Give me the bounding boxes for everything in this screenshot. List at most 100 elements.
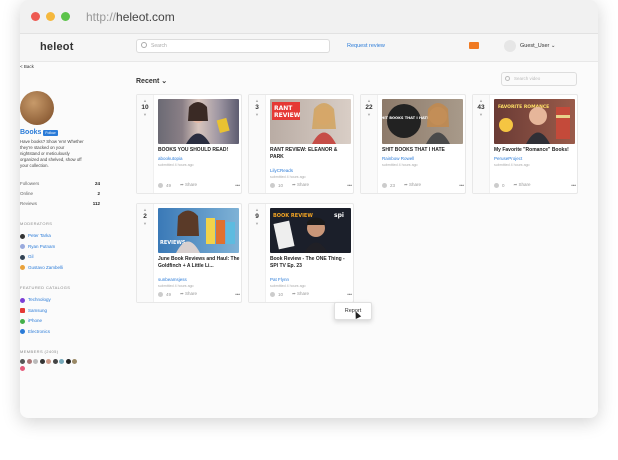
- comment-icon[interactable]: [158, 291, 163, 297]
- downvote-icon[interactable]: ▼: [137, 112, 153, 117]
- site-logo[interactable]: heleot: [40, 41, 74, 53]
- comment-icon[interactable]: [382, 182, 387, 188]
- downvote-icon[interactable]: ▼: [473, 112, 489, 117]
- video-search-input[interactable]: Search video: [501, 72, 577, 86]
- video-thumbnail[interactable]: REVIEWS: [158, 208, 239, 253]
- video-card[interactable]: ▲ 3 ▼ RANT REVIEW RANT REVIEW: ELEANOR & PA…: [248, 94, 354, 194]
- card-actions: 0 ➦ Share •••: [494, 182, 576, 188]
- moderator-item[interactable]: Gustavo Zambelli: [20, 263, 100, 274]
- comment-count: 0: [502, 182, 505, 188]
- vote-box: ▲ 22 ▼: [361, 95, 378, 193]
- video-author[interactable]: LilyCReads: [270, 168, 293, 173]
- request-review-link[interactable]: Request review: [347, 43, 385, 49]
- member-avatar[interactable]: [20, 365, 25, 371]
- catalog-item[interactable]: Samsung: [20, 306, 100, 317]
- user-avatar[interactable]: [504, 40, 516, 52]
- back-link[interactable]: < Back: [20, 64, 100, 69]
- video-author[interactable]: Rainbow Rowell: [382, 156, 414, 161]
- comment-icon[interactable]: [494, 182, 499, 188]
- thumb-text-rant: RANT: [274, 105, 293, 112]
- vote-box: ▲ 3 ▼: [249, 95, 266, 193]
- video-title[interactable]: Book Review - The ONE Thing - SPI TV Ep.…: [270, 256, 352, 269]
- video-title[interactable]: My Favorite "Romance" Books!: [494, 147, 576, 154]
- sort-label: Recent: [136, 78, 160, 85]
- catalog-item[interactable]: Electronics: [20, 327, 100, 338]
- downvote-icon[interactable]: ▼: [361, 112, 377, 117]
- address-bar[interactable]: http://heleot.com: [86, 10, 175, 24]
- member-avatar[interactable]: [52, 359, 58, 364]
- vote-box: ▲ 43 ▼: [473, 95, 490, 193]
- share-button[interactable]: ➦ Share: [404, 182, 421, 188]
- video-title[interactable]: June Book Reviews and Haul: The Goldfinc…: [158, 256, 240, 269]
- comment-icon[interactable]: [270, 291, 275, 297]
- more-button[interactable]: •••: [347, 292, 352, 297]
- downvote-icon[interactable]: ▼: [137, 221, 153, 226]
- stat-followers: Followers 24: [20, 179, 100, 189]
- video-author[interactable]: Pat Flynn: [270, 277, 289, 282]
- search-icon: [505, 76, 510, 81]
- moderator-name: Gil: [28, 254, 34, 259]
- comment-icon[interactable]: [158, 182, 163, 188]
- video-title[interactable]: BOOKS YOU SHOULD READ!: [158, 147, 240, 154]
- member-avatar[interactable]: [59, 359, 64, 364]
- more-button[interactable]: •••: [235, 183, 240, 188]
- member-avatar[interactable]: [46, 359, 51, 364]
- moderator-item[interactable]: Gil: [20, 252, 100, 263]
- member-avatar[interactable]: [72, 359, 77, 364]
- video-title[interactable]: RANT REVIEW: ELEANOR & PARK: [270, 147, 352, 160]
- catalog-icon: [20, 318, 25, 324]
- thumbnail-art: RANTREVIEW: [272, 102, 336, 144]
- video-thumbnail[interactable]: FAVORITE ROMANCE: [494, 99, 575, 144]
- share-button[interactable]: ➦ Share: [292, 291, 309, 297]
- video-card[interactable]: ▲ 9 ▼ BOOK REVIEW spi Book Review - The ONE…: [248, 203, 354, 303]
- downvote-icon[interactable]: ▼: [249, 221, 265, 226]
- member-avatar[interactable]: [33, 359, 38, 364]
- share-button[interactable]: ➦ Share: [180, 182, 197, 188]
- video-thumbnail[interactable]: SHIT BOOKS THAT I HATE: [382, 99, 463, 144]
- video-thumbnail[interactable]: [158, 99, 239, 144]
- member-avatar[interactable]: [20, 359, 25, 364]
- catalog-item[interactable]: iPhone: [20, 316, 100, 327]
- video-author[interactable]: abookutopia: [158, 156, 183, 161]
- video-card[interactable]: ▲ 2 ▼ REVIEWS June Book Reviews and Haul: …: [136, 203, 242, 303]
- video-thumbnail[interactable]: RANT REVIEW: [270, 99, 351, 144]
- more-button[interactable]: •••: [459, 183, 464, 188]
- video-card[interactable]: ▲ 43 ▼ FAVORITE ROMANCE My Favorite "Roman…: [472, 94, 578, 194]
- video-card[interactable]: ▲ 10 ▼ BOOKS YOU SHOULD READ! abookutopia …: [136, 94, 242, 194]
- notification-icon[interactable]: [469, 42, 479, 49]
- catalog-icon: [20, 308, 25, 314]
- user-menu[interactable]: Guest_User ⌄: [520, 43, 556, 49]
- more-button[interactable]: •••: [235, 292, 240, 297]
- sort-dropdown[interactable]: Recent ⌄: [136, 77, 167, 85]
- catalog-item[interactable]: Technology: [20, 295, 100, 306]
- video-card[interactable]: ▲ 22 ▼ SHIT BOOKS THAT I HATE SHIT BOOKS T…: [360, 94, 466, 194]
- video-author[interactable]: sunbeamsjess: [158, 277, 187, 282]
- member-avatar[interactable]: [26, 359, 32, 364]
- more-button[interactable]: •••: [347, 183, 352, 188]
- more-button[interactable]: •••: [571, 183, 576, 188]
- share-button[interactable]: ➦ Share: [514, 182, 531, 188]
- share-button[interactable]: ➦ Share: [292, 182, 309, 188]
- close-dot-icon[interactable]: [31, 12, 40, 21]
- video-author[interactable]: PeruseProject: [494, 156, 522, 161]
- moderator-item[interactable]: Ryan Putnam: [20, 242, 100, 253]
- community-avatar: [20, 91, 54, 125]
- top-nav: heleot Search Request review Guest_User …: [20, 34, 598, 62]
- maximize-dot-icon[interactable]: [61, 12, 70, 21]
- search-input[interactable]: Search: [136, 39, 330, 53]
- report-menu-item[interactable]: Report: [334, 302, 372, 320]
- video-thumbnail[interactable]: BOOK REVIEW spi: [270, 208, 351, 253]
- user-name: Guest_User: [520, 43, 550, 49]
- downvote-icon[interactable]: ▼: [249, 112, 265, 117]
- member-avatar[interactable]: [39, 359, 45, 364]
- video-timestamp: submitted 4 hours ago: [158, 284, 194, 288]
- video-title[interactable]: SHIT BOOKS THAT I HATE: [382, 147, 464, 154]
- minimize-dot-icon[interactable]: [46, 12, 55, 21]
- catalog-name: Samsung: [28, 307, 48, 313]
- member-avatar[interactable]: [65, 359, 71, 364]
- share-button[interactable]: ➦ Share: [180, 291, 197, 297]
- follow-button[interactable]: Follow: [43, 129, 58, 136]
- moderator-item[interactable]: Peter Tarka: [20, 231, 100, 242]
- comment-icon[interactable]: [270, 182, 275, 188]
- thumb-text-spi: spi: [334, 212, 344, 219]
